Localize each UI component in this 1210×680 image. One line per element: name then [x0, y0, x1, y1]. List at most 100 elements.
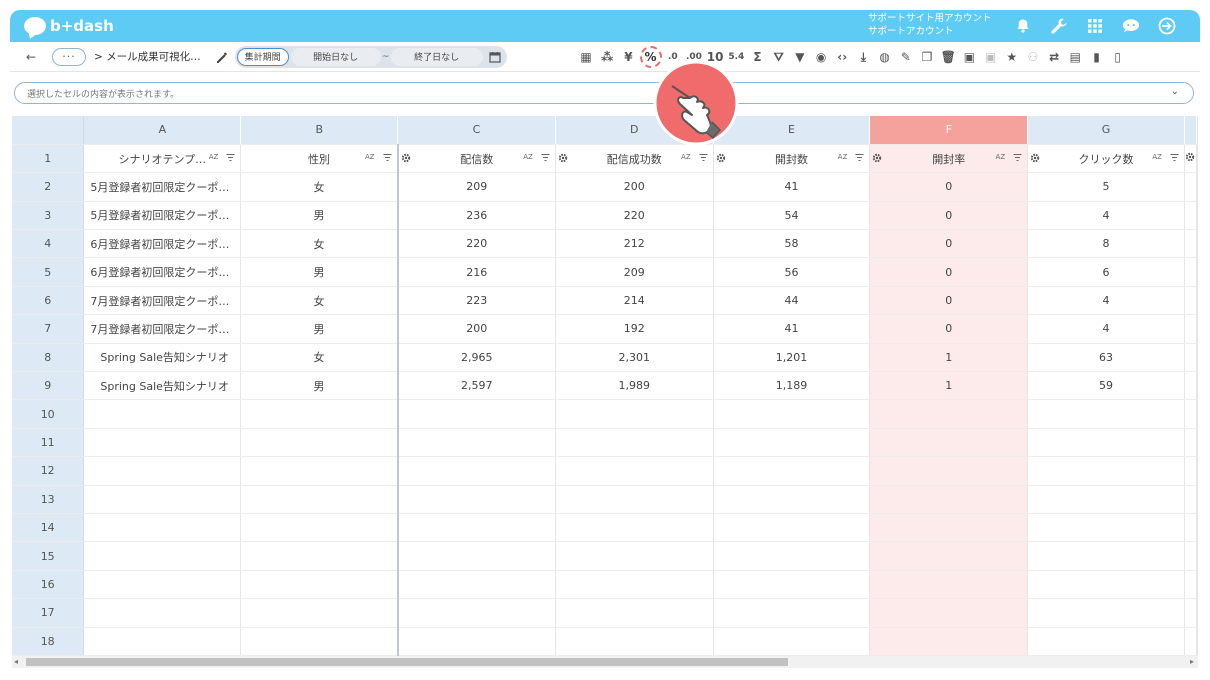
column-header-a[interactable]: A	[83, 116, 242, 145]
clipboard-icon[interactable]: ▯	[1108, 47, 1128, 67]
calendar-icon[interactable]: ▤	[1065, 47, 1085, 67]
table-cell[interactable]	[1027, 598, 1185, 628]
table-cell[interactable]: 200	[555, 172, 714, 202]
column-header-g[interactable]: G	[1027, 116, 1185, 145]
table-cell[interactable]: 0	[869, 201, 1029, 231]
table-cell[interactable]: 44	[713, 286, 871, 316]
table-cell[interactable]	[713, 399, 871, 429]
table-cell[interactable]: 5月登録者初回限定クーポ…	[83, 172, 242, 202]
table-cell[interactable]	[397, 399, 556, 429]
sort-az-icon[interactable]: AZ	[523, 153, 533, 161]
field-header-cell[interactable]: 性別 AZ	[240, 144, 399, 174]
filter-icon[interactable]	[541, 152, 550, 161]
table-cell[interactable]	[713, 513, 871, 543]
delete-icon[interactable]: 🗑	[938, 47, 958, 67]
table-cell[interactable]	[83, 570, 242, 600]
table-cell[interactable]: 54	[713, 201, 871, 231]
edit-icon[interactable]: ✎	[896, 47, 916, 67]
row-number[interactable]: 13	[12, 485, 85, 514]
column-header-b[interactable]: B	[240, 116, 399, 145]
table-cell[interactable]: 0	[869, 172, 1029, 202]
table-cell[interactable]	[555, 456, 714, 486]
table-cell[interactable]	[397, 598, 556, 628]
gear-icon[interactable]	[1030, 153, 1040, 163]
table-cell[interactable]	[713, 428, 871, 458]
field-header-cell[interactable]: 開封数 AZ	[713, 144, 871, 174]
table-cell[interactable]	[1027, 399, 1185, 429]
gear-icon[interactable]	[716, 153, 726, 163]
code-icon[interactable]: ‹›	[832, 47, 852, 67]
chevron-down-icon[interactable]: ⌄	[1171, 86, 1179, 97]
filter-icon[interactable]	[226, 152, 235, 161]
apps-grid-icon[interactable]	[1086, 17, 1104, 35]
table-cell[interactable]: 1	[869, 343, 1029, 373]
table-cell[interactable]: 6月登録者初回限定クーポ…	[83, 229, 242, 259]
table-cell[interactable]	[713, 456, 871, 486]
table-cell[interactable]	[240, 399, 399, 429]
table-cell[interactable]	[83, 627, 242, 656]
table-cell[interactable]	[83, 513, 242, 543]
row-number[interactable]: 6	[12, 286, 85, 316]
table-cell[interactable]: 223	[397, 286, 556, 316]
table-cell[interactable]: 2,301	[555, 343, 714, 373]
table-cell[interactable]: 58	[713, 229, 871, 259]
more-button[interactable]: ···	[52, 47, 86, 66]
chat-icon[interactable]	[1122, 17, 1140, 35]
table-cell[interactable]: 56	[713, 257, 871, 287]
table-cell[interactable]	[555, 541, 714, 571]
table-cell[interactable]	[869, 456, 1029, 486]
table-cell[interactable]: 男	[240, 201, 399, 231]
field-header-cell[interactable]: シナリオテンプ… AZ	[83, 144, 242, 174]
table-cell[interactable]: 41	[713, 314, 871, 344]
table-cell[interactable]: 209	[397, 172, 556, 202]
cell-content-bar[interactable]: 選択したセルの内容が表示されます。 ⌄	[14, 82, 1194, 104]
table-cell[interactable]: 女	[240, 286, 399, 316]
table-cell[interactable]: 200	[397, 314, 556, 344]
table-cell[interactable]: 2,597	[397, 371, 556, 401]
table-cell[interactable]	[240, 598, 399, 628]
table-cell[interactable]: 192	[555, 314, 714, 344]
sort-az-icon[interactable]: AZ	[209, 153, 219, 161]
filter-icon[interactable]	[383, 152, 392, 161]
filter-icon[interactable]: ▼	[790, 47, 810, 67]
row-number[interactable]: 10	[12, 399, 85, 429]
table-cell[interactable]	[869, 598, 1029, 628]
logout-icon[interactable]	[1158, 17, 1176, 35]
table-cell[interactable]: 女	[240, 229, 399, 259]
row-number[interactable]: 16	[12, 570, 85, 600]
table-cell[interactable]	[1027, 428, 1185, 458]
table-cell[interactable]	[555, 513, 714, 543]
filter-icon[interactable]	[699, 152, 708, 161]
table-cell[interactable]	[869, 627, 1029, 656]
table-cell[interactable]: 41	[713, 172, 871, 202]
download-icon[interactable]: ⤓	[853, 47, 873, 67]
filter-clear-icon[interactable]: ⛛	[769, 47, 789, 67]
table-cell[interactable]	[1027, 456, 1185, 486]
table-cell[interactable]: 63	[1027, 343, 1185, 373]
gear-icon[interactable]	[401, 153, 411, 163]
table-cell[interactable]	[397, 627, 556, 656]
end-date-field[interactable]: 終了日なし	[390, 47, 483, 66]
field-header-cell[interactable]: 配信成功数 AZ	[555, 144, 714, 174]
table-cell[interactable]: 5	[1027, 172, 1185, 202]
loading-icon[interactable]: ⁂	[597, 47, 617, 67]
table-cell[interactable]: 6	[1027, 257, 1185, 287]
field-header-cell[interactable]: 配信数 AZ	[397, 144, 556, 174]
table-cell[interactable]	[397, 541, 556, 571]
table-cell[interactable]: 0	[869, 229, 1029, 259]
row-number[interactable]: 14	[12, 513, 85, 543]
table-cell[interactable]: 女	[240, 343, 399, 373]
period-mode-button[interactable]: 集計期間	[236, 47, 289, 66]
table-cell[interactable]	[555, 428, 714, 458]
table-cell[interactable]	[713, 570, 871, 600]
sort-az-icon[interactable]: AZ	[996, 153, 1006, 161]
breadcrumb[interactable]: > メール成果可視化…	[94, 49, 201, 64]
filter-icon[interactable]	[1170, 152, 1179, 161]
sum-icon[interactable]: Σ	[748, 47, 768, 67]
table-cell[interactable]	[1027, 485, 1185, 514]
table-cell[interactable]	[869, 485, 1029, 514]
table-cell[interactable]: 59	[1027, 371, 1185, 401]
table-cell[interactable]	[713, 485, 871, 514]
archive-disabled-icon[interactable]: ▣	[981, 47, 1001, 67]
table-cell[interactable]	[1027, 627, 1185, 656]
